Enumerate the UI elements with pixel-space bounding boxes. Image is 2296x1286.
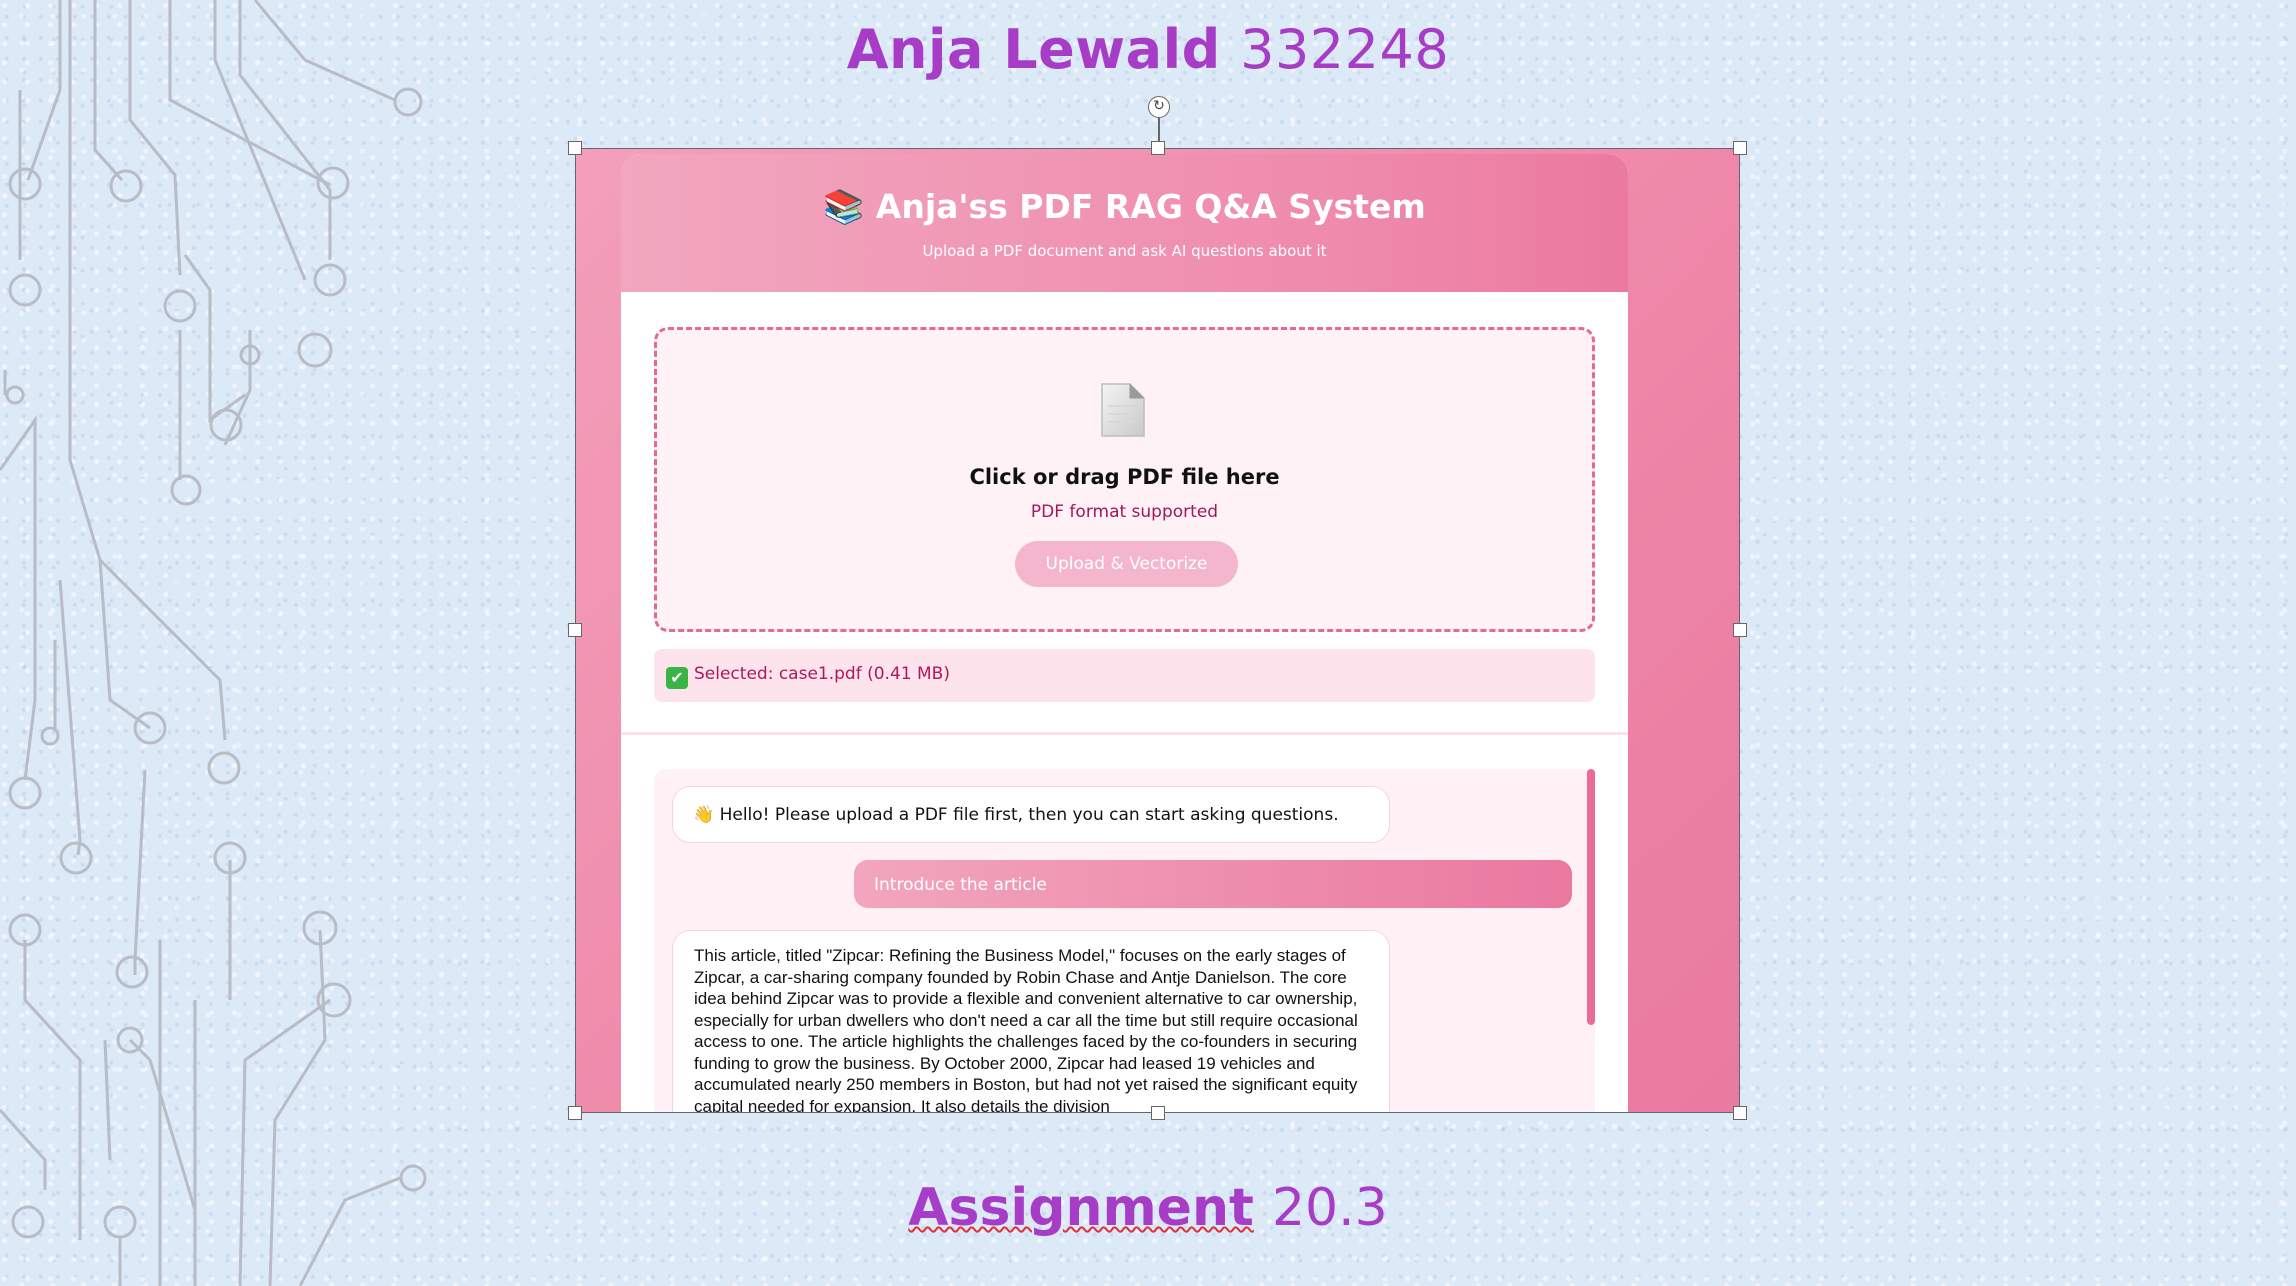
resize-handle-bottom-right[interactable] — [1733, 1106, 1747, 1120]
resize-handle-top[interactable] — [1151, 141, 1165, 155]
slide-title: Anja Lewald 332248 — [0, 18, 2296, 81]
circuit-decoration — [0, 0, 427, 1286]
resize-handle-left[interactable] — [568, 623, 582, 637]
rotate-handle-icon[interactable]: ↻ — [1148, 96, 1170, 118]
resize-handle-bottom[interactable] — [1151, 1106, 1165, 1120]
footer-number: 20.3 — [1271, 1178, 1388, 1238]
resize-handle-bottom-left[interactable] — [568, 1106, 582, 1120]
resize-handle-top-left[interactable] — [568, 141, 582, 155]
footer-word: Assignment — [908, 1178, 1254, 1238]
title-name: Anja Lewald — [846, 18, 1221, 81]
slide-footer: Assignment 20.3 — [0, 1178, 2296, 1238]
title-id: 332248 — [1240, 18, 1450, 81]
resize-handle-right[interactable] — [1733, 623, 1747, 637]
selection-frame — [575, 148, 1740, 1113]
resize-handle-top-right[interactable] — [1733, 141, 1747, 155]
